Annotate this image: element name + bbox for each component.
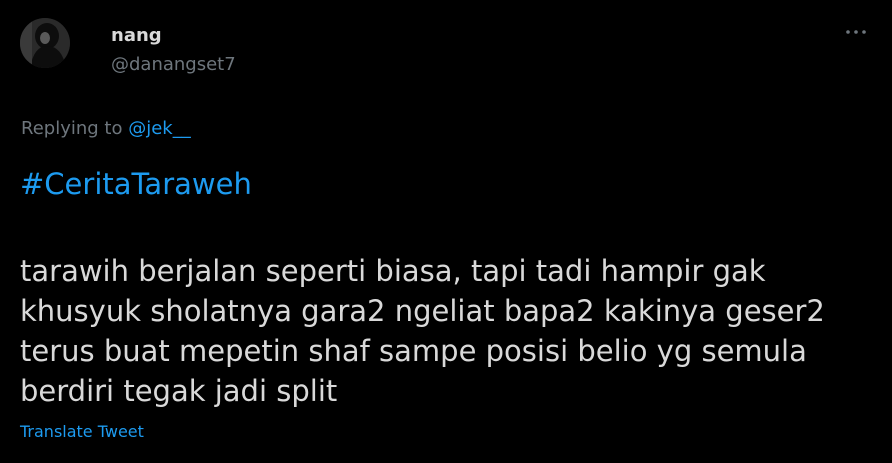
avatar-image	[20, 18, 70, 68]
reply-mention-link[interactable]: @jek__	[128, 118, 191, 139]
tweet-text-line: tarawih berjalan seperti biasa, tapi tad…	[20, 254, 766, 288]
display-name[interactable]: nang	[111, 24, 162, 48]
translate-tweet-link[interactable]: Translate Tweet	[20, 422, 144, 442]
avatar[interactable]	[20, 18, 70, 68]
tweet-text-line: terus buat mepetin shaf sampe posisi bel…	[20, 334, 807, 368]
more-horizontal-icon[interactable]	[844, 24, 868, 40]
replying-prefix: Replying to	[21, 118, 129, 139]
tweet-text-line: berdiri tegak jadi split	[20, 374, 338, 408]
tweet-text: tarawih berjalan seperti biasa, tapi tad…	[20, 251, 880, 411]
replying-to: Replying to @jek__	[21, 117, 191, 141]
tweet-text-line: khusyuk sholatnya gara2 ngeliat bapa2 ka…	[20, 294, 825, 328]
username[interactable]: @danangset7	[111, 53, 236, 77]
hashtag-link[interactable]: #CeritaTaraweh	[20, 164, 252, 204]
